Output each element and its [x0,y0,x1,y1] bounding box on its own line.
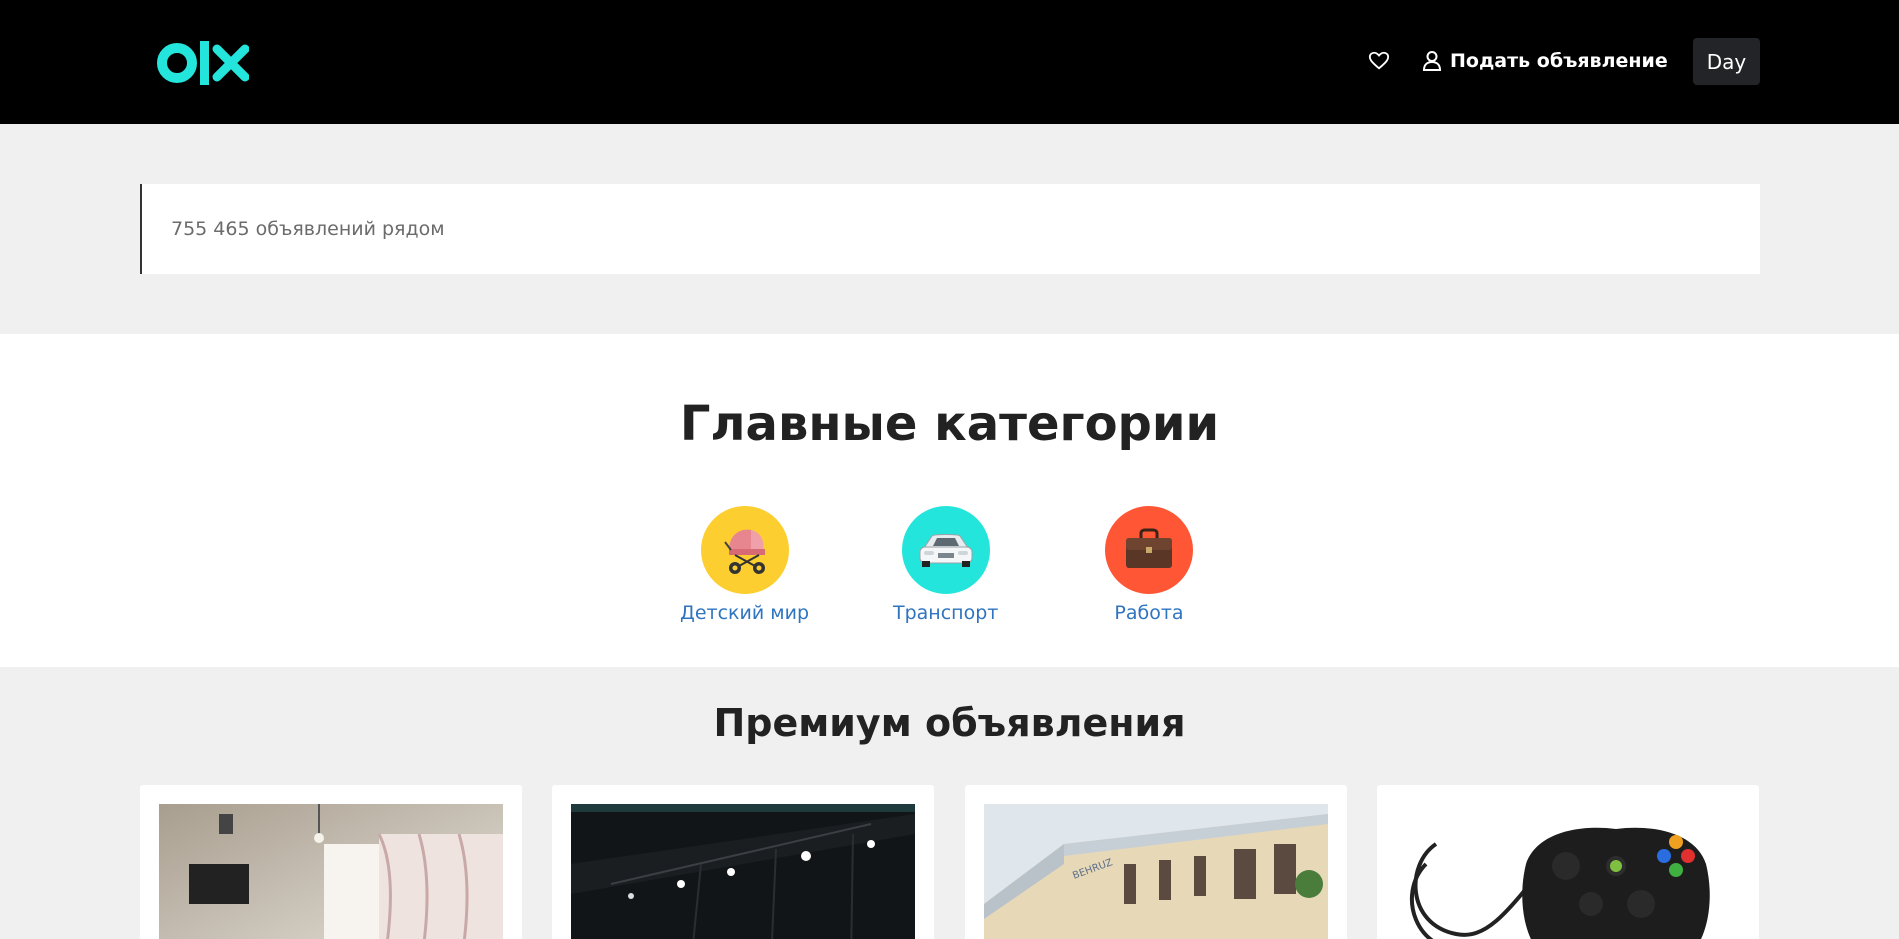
top-header: Подать объявление Day [0,0,1899,124]
theme-toggle-button[interactable]: Day [1693,38,1760,85]
premium-card[interactable] [140,785,522,939]
category-label: Работа [1114,602,1184,624]
listing-image: BEHRUZ [984,804,1328,939]
premium-section: Премиум объявления BEHRUZ [0,667,1899,939]
premium-card[interactable] [1377,785,1759,939]
premium-card[interactable] [552,785,934,939]
search-container [140,184,1760,274]
user-icon [1422,51,1442,71]
olx-logo[interactable] [157,38,249,88]
search-section [0,124,1899,334]
premium-title: Премиум объявления [713,701,1186,745]
heart-icon[interactable] [1368,50,1390,72]
listing-image [571,804,915,939]
post-ad-link[interactable]: Подать объявление [1422,48,1668,74]
post-ad-label: Подать объявление [1450,50,1668,72]
listing-image [1396,804,1740,939]
premium-card[interactable]: BEHRUZ [965,785,1347,939]
car-icon [901,506,990,594]
categories-section: Главные категории Детский мир Транспорт … [0,334,1899,667]
category-kids[interactable]: Детский мир [680,506,809,624]
listing-image [159,804,503,939]
search-input[interactable] [142,184,1760,274]
category-label: Детский мир [680,602,810,624]
category-label: Транспорт [893,602,999,624]
stroller-icon [700,506,789,594]
categories-title: Главные категории [679,396,1220,452]
briefcase-icon [1105,506,1193,594]
category-transport[interactable]: Транспорт [893,506,998,624]
category-jobs[interactable]: Работа [1105,506,1193,624]
